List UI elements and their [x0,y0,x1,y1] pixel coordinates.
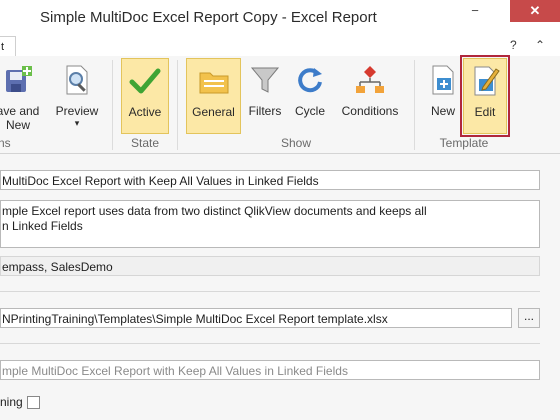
minimize-button[interactable]: − [460,4,490,22]
ribbon: ave and New Preview ▾ Active General Fil… [0,55,560,154]
option-checkbox[interactable] [27,396,40,409]
group-label-show: Show [280,136,312,150]
edit-pencil-icon [474,66,500,96]
ribbon-separator [177,60,178,150]
help-icon[interactable]: ? [510,38,517,52]
cycle-label: Cycle [294,104,325,118]
save-and-new-icon [6,66,32,92]
funnel-icon [250,67,280,93]
group-label-template: Template [439,136,489,150]
cycle-arrows-icon [298,68,322,93]
window-title: Simple MultiDoc Excel Report Copy - Exce… [40,9,377,26]
documents-field: empass, SalesDemo [0,256,540,276]
conditions-button[interactable]: Conditions [336,58,404,134]
report-properties-form [0,154,560,420]
tab-report[interactable]: t [0,36,16,57]
save-and-new-button[interactable]: ave and New [0,58,44,134]
general-label: General [192,105,235,119]
new-template-button[interactable]: New [424,58,462,134]
magnifier-document-icon [66,65,88,95]
cycle-button[interactable]: Cycle [289,58,331,134]
browse-button[interactable]: ... [518,308,540,328]
preview-label: Preview [55,104,99,118]
group-label-state: State [130,136,160,150]
ribbon-separator [112,60,113,150]
new-template-label: New [430,104,455,118]
ribbon-separator [414,60,415,150]
output-name-input[interactable]: mple MultiDoc Excel Report with Keep All… [0,360,540,380]
preview-dropdown-arrow[interactable]: ▾ [54,118,100,129]
description-line-1: mple Excel report uses data from two dis… [2,204,427,218]
checkmark-icon [129,68,161,94]
report-name-input[interactable]: MultiDoc Excel Report with Keep All Valu… [0,170,540,190]
filters-button[interactable]: Filters [244,58,286,134]
collapse-ribbon-icon[interactable]: ⌃ [535,38,545,52]
conditions-tree-icon [356,66,384,93]
section-divider [0,291,540,292]
output-name-text: mple MultiDoc Excel Report with Keep All… [2,364,348,378]
vertical-scrollbar[interactable] [544,154,560,420]
description-line-2: n Linked Fields [2,219,83,233]
section-divider [0,343,540,344]
report-description-textarea[interactable]: mple Excel report uses data from two dis… [0,200,540,248]
checkbox-label: ning [0,395,23,409]
filters-label: Filters [248,104,282,118]
title-bar: Simple MultiDoc Excel Report Copy - Exce… [0,0,560,36]
ribbon-tab-row: t ? ⌃ [0,36,560,57]
edit-template-button[interactable]: Edit [460,55,510,137]
conditions-label: Conditions [341,104,399,118]
group-label-actions: ns [0,136,11,150]
template-path-input[interactable]: NPrintingTraining\Templates\Simple Multi… [0,308,512,328]
save-and-new-label: ave and New [0,104,40,132]
close-button[interactable]: ✕ [510,0,560,22]
folder-icon [199,72,228,94]
general-button[interactable]: General [186,58,241,134]
edit-template-label: Edit [474,105,496,119]
preview-button[interactable]: Preview ▾ [54,58,100,134]
new-document-icon [432,65,454,95]
active-button[interactable]: Active [121,58,169,134]
active-label: Active [128,105,162,119]
